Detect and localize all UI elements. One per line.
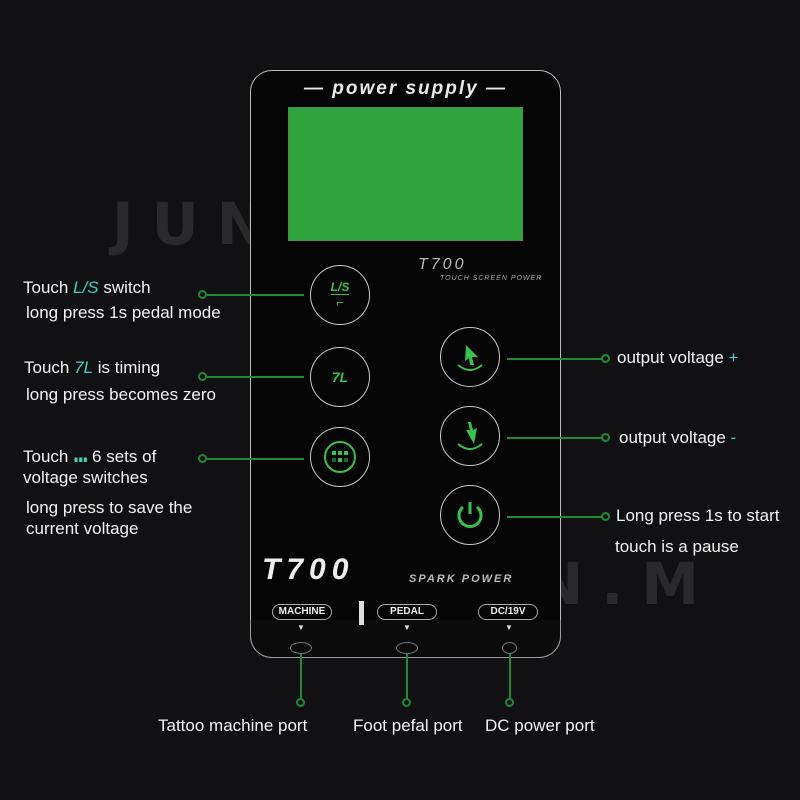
lcd-screen xyxy=(288,107,523,241)
power-icon xyxy=(457,502,483,528)
voltage-down-button[interactable] xyxy=(440,406,500,466)
callout-dot xyxy=(198,290,207,299)
timer-button[interactable]: 7L xyxy=(310,347,370,407)
timer-callout: Touch 7L is timing xyxy=(24,358,161,377)
triangle-icon: ▼ xyxy=(297,623,305,632)
triangle-icon: ▼ xyxy=(505,623,513,632)
ls-callout: Touch L/S switch xyxy=(23,278,151,297)
callout-dot xyxy=(601,512,610,521)
callout-line xyxy=(207,376,304,378)
dc-port-caption: DC power port xyxy=(485,716,595,735)
pedal-port-caption: Foot pefal port xyxy=(353,716,463,735)
callout-line xyxy=(509,654,511,700)
voltage-up-button[interactable] xyxy=(440,327,500,387)
voltage-up-callout: output voltage + xyxy=(617,348,739,367)
voltage-down-callout: output voltage - xyxy=(619,428,737,447)
power-callout: Long press 1s to start xyxy=(616,506,780,525)
callout-line xyxy=(507,437,602,439)
callout-line xyxy=(207,294,304,296)
callout-line xyxy=(406,654,408,700)
dc-port xyxy=(502,642,517,654)
callout-dot xyxy=(505,698,514,707)
pedal-port xyxy=(396,642,418,654)
preset-callout-line2: voltage switches xyxy=(23,468,148,487)
machine-port xyxy=(290,642,312,654)
triangle-icon: ▼ xyxy=(403,623,411,632)
grid-icon xyxy=(324,441,356,473)
power-callout-detail: touch is a pause xyxy=(615,537,739,556)
timer-callout-detail: long press becomes zero xyxy=(26,385,216,404)
model-subtitle-small: TOUCH SCREEN POWER xyxy=(440,275,543,282)
timer-label: 7L xyxy=(331,369,349,385)
model-label-large: T700 xyxy=(262,553,355,586)
callout-line xyxy=(507,516,602,518)
arrow-up-icon xyxy=(457,345,483,371)
power-button[interactable] xyxy=(440,485,500,545)
preset-callout-line3: long press to save the xyxy=(26,498,193,517)
pedal-port-tag: PEDAL xyxy=(377,604,437,620)
device-title: — power supply — xyxy=(303,78,508,99)
model-label-small: T700 xyxy=(418,256,467,273)
machine-port-tag: MACHINE xyxy=(272,604,332,620)
arrow-down-icon xyxy=(457,422,483,450)
machine-port-caption: Tattoo machine port xyxy=(158,716,308,735)
callout-dot xyxy=(296,698,305,707)
dc-port-tag: DC/19V xyxy=(478,604,538,620)
model-subtitle-large: SPARK POWER xyxy=(409,573,514,585)
ls-switch-button[interactable]: L/S ⌐ xyxy=(310,265,370,325)
callout-line xyxy=(507,358,602,360)
voltage-preset-button[interactable] xyxy=(310,427,370,487)
ls-label: L/S xyxy=(330,280,350,295)
divider xyxy=(359,601,364,625)
ls-callout-detail: long press 1s pedal mode xyxy=(26,303,221,322)
preset-callout-line4: current voltage xyxy=(26,519,139,538)
callout-dot xyxy=(402,698,411,707)
callout-dot xyxy=(198,372,207,381)
foot-pedal-icon: ⌐ xyxy=(336,295,344,310)
callout-line xyxy=(300,654,302,700)
callout-dot xyxy=(601,354,610,363)
callout-dot xyxy=(198,454,207,463)
callout-dot xyxy=(601,433,610,442)
callout-line xyxy=(207,458,304,460)
